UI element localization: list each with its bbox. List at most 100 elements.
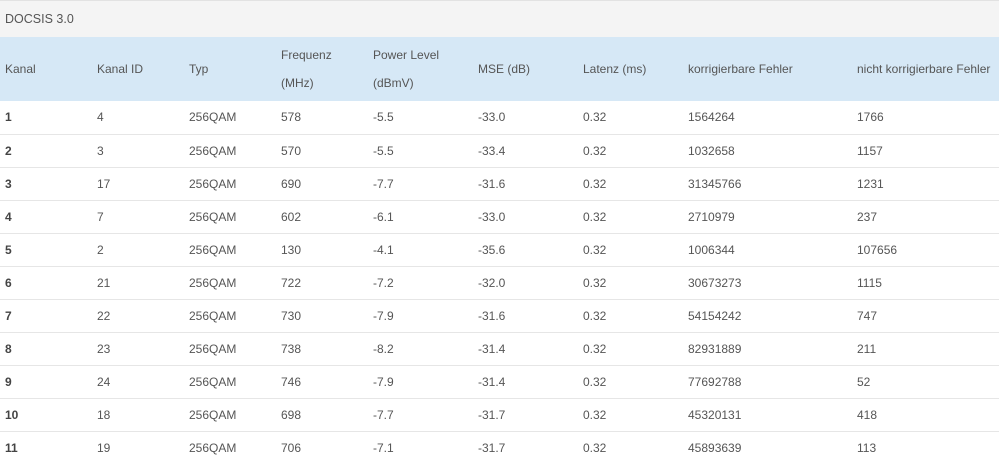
- col-header-kanal: Kanal: [5, 62, 36, 76]
- col-header-frequenz: Frequenz (MHz): [281, 48, 332, 90]
- cell-frequenz: 706: [281, 440, 302, 455]
- cell-kanal: 10: [5, 407, 19, 422]
- cell-power-level: -8.2: [373, 341, 394, 356]
- table-row: 11 19 256QAM 706 -7.1 -31.7 0.32 45893639 113: [0, 431, 999, 458]
- cell-kanal: 2: [5, 143, 12, 158]
- col-header-latenz: Latenz (ms): [583, 62, 647, 76]
- cell-kanal-id: 2: [97, 242, 104, 257]
- cell-power-level: -6.1: [373, 209, 394, 224]
- table-row: 4 7 256QAM 602 -6.1 -33.0 0.32 2710979 237: [0, 200, 999, 233]
- cell-typ: 256QAM: [189, 176, 237, 191]
- cell-typ: 256QAM: [189, 374, 237, 389]
- table-body: 1 4 256QAM 578 -5.5 -33.0 0.32 1564264 1766 2 3 256…: [0, 101, 999, 458]
- cell-korrigierbare-fehler: 1032658: [688, 143, 735, 158]
- cell-korrigierbare-fehler: 30673273: [688, 275, 742, 290]
- cell-mse: -31.4: [478, 374, 506, 389]
- col-header-power-level: Power Level (dBmV): [373, 48, 440, 90]
- cell-kanal-id: 7: [97, 209, 104, 224]
- col-header-mse: MSE (dB): [478, 62, 531, 76]
- cell-latenz: 0.32: [583, 341, 607, 356]
- cell-kanal-id: 4: [97, 110, 104, 125]
- cell-kanal-id: 22: [97, 308, 111, 323]
- cell-kanal: 4: [5, 209, 12, 224]
- cell-nicht-korrigierbare-fehler: 52: [857, 374, 871, 389]
- table-row: 6 21 256QAM 722 -7.2 -32.0 0.32 30673273 1115: [0, 266, 999, 299]
- cell-latenz: 0.32: [583, 209, 607, 224]
- cell-typ: 256QAM: [189, 209, 237, 224]
- cell-mse: -33.0: [478, 110, 506, 125]
- cell-typ: 256QAM: [189, 110, 237, 125]
- cell-latenz: 0.32: [583, 374, 607, 389]
- cell-kanal: 5: [5, 242, 12, 257]
- cell-mse: -33.0: [478, 209, 506, 224]
- cell-korrigierbare-fehler: 2710979: [688, 209, 735, 224]
- cell-typ: 256QAM: [189, 143, 237, 158]
- cell-korrigierbare-fehler: 1564264: [688, 110, 735, 125]
- cell-latenz: 0.32: [583, 176, 607, 191]
- table-row: 7 22 256QAM 730 -7.9 -31.6 0.32 54154242 747: [0, 299, 999, 332]
- cell-mse: -31.6: [478, 176, 506, 191]
- cell-latenz: 0.32: [583, 308, 607, 323]
- cell-kanal-id: 17: [97, 176, 111, 191]
- cell-korrigierbare-fehler: 1006344: [688, 242, 735, 257]
- col-header-typ: Typ: [189, 62, 209, 76]
- table-row: 2 3 256QAM 570 -5.5 -33.4 0.32 1032658 1157: [0, 134, 999, 167]
- table-row: 10 18 256QAM 698 -7.7 -31.7 0.32 45320131 418: [0, 398, 999, 431]
- cell-typ: 256QAM: [189, 308, 237, 323]
- cell-latenz: 0.32: [583, 242, 607, 257]
- cell-kanal: 11: [5, 440, 18, 455]
- cell-latenz: 0.32: [583, 143, 607, 158]
- section-title: DOCSIS 3.0: [5, 12, 74, 26]
- cell-latenz: 0.32: [583, 407, 607, 422]
- cell-kanal: 3: [5, 176, 12, 191]
- cell-kanal-id: 21: [97, 275, 111, 290]
- cell-mse: -31.6: [478, 308, 506, 323]
- table-header-row: Kanal Kanal ID Typ Frequenz (MHz) Power L…: [0, 37, 999, 101]
- cell-power-level: -5.5: [373, 110, 394, 125]
- cell-power-level: -7.7: [373, 407, 394, 422]
- table-row: 5 2 256QAM 130 -4.1 -35.6 0.32 1006344 107656: [0, 233, 999, 266]
- cell-nicht-korrigierbare-fehler: 418: [857, 407, 878, 422]
- cell-power-level: -4.1: [373, 242, 394, 257]
- cell-kanal: 9: [5, 374, 12, 389]
- cell-mse: -31.7: [478, 440, 506, 455]
- cell-typ: 256QAM: [189, 341, 237, 356]
- table-row: 3 17 256QAM 690 -7.7 -31.6 0.32 31345766 1231: [0, 167, 999, 200]
- cell-frequenz: 698: [281, 407, 302, 422]
- cell-frequenz: 690: [281, 176, 302, 191]
- cell-kanal: 7: [5, 308, 12, 323]
- cell-power-level: -7.9: [373, 374, 394, 389]
- cell-korrigierbare-fehler: 45320131: [688, 407, 742, 422]
- cell-nicht-korrigierbare-fehler: 107656: [857, 242, 898, 257]
- cell-typ: 256QAM: [189, 242, 237, 257]
- cell-frequenz: 738: [281, 341, 302, 356]
- cell-power-level: -5.5: [373, 143, 394, 158]
- cell-korrigierbare-fehler: 54154242: [688, 308, 742, 323]
- cell-frequenz: 578: [281, 110, 302, 125]
- col-header-korrigierbare-fehler: korrigierbare Fehler: [688, 62, 793, 76]
- cell-power-level: -7.1: [373, 440, 394, 455]
- col-header-kanal-id: Kanal ID: [97, 62, 144, 76]
- cell-korrigierbare-fehler: 77692788: [688, 374, 742, 389]
- cell-nicht-korrigierbare-fehler: 113: [857, 440, 877, 455]
- cell-frequenz: 602: [281, 209, 302, 224]
- cell-latenz: 0.32: [583, 110, 607, 125]
- table-row: 8 23 256QAM 738 -8.2 -31.4 0.32 82931889 211: [0, 332, 999, 365]
- cell-typ: 256QAM: [189, 440, 237, 455]
- cell-frequenz: 722: [281, 275, 302, 290]
- channel-table: Kanal Kanal ID Typ Frequenz (MHz) Power L…: [0, 37, 999, 458]
- cell-nicht-korrigierbare-fehler: 211: [857, 341, 877, 356]
- cell-mse: -31.7: [478, 407, 506, 422]
- table-row: 1 4 256QAM 578 -5.5 -33.0 0.32 1564264 1766: [0, 101, 999, 134]
- section-header: DOCSIS 3.0: [0, 0, 999, 37]
- cell-frequenz: 570: [281, 143, 302, 158]
- cell-power-level: -7.9: [373, 308, 394, 323]
- cell-kanal: 1: [5, 110, 12, 125]
- cell-frequenz: 130: [281, 242, 302, 257]
- cell-nicht-korrigierbare-fehler: 1231: [857, 176, 884, 191]
- cell-latenz: 0.32: [583, 275, 607, 290]
- cell-nicht-korrigierbare-fehler: 747: [857, 308, 878, 323]
- table-row: 9 24 256QAM 746 -7.9 -31.4 0.32 77692788 52: [0, 365, 999, 398]
- cell-korrigierbare-fehler: 82931889: [688, 341, 742, 356]
- cell-korrigierbare-fehler: 31345766: [688, 176, 742, 191]
